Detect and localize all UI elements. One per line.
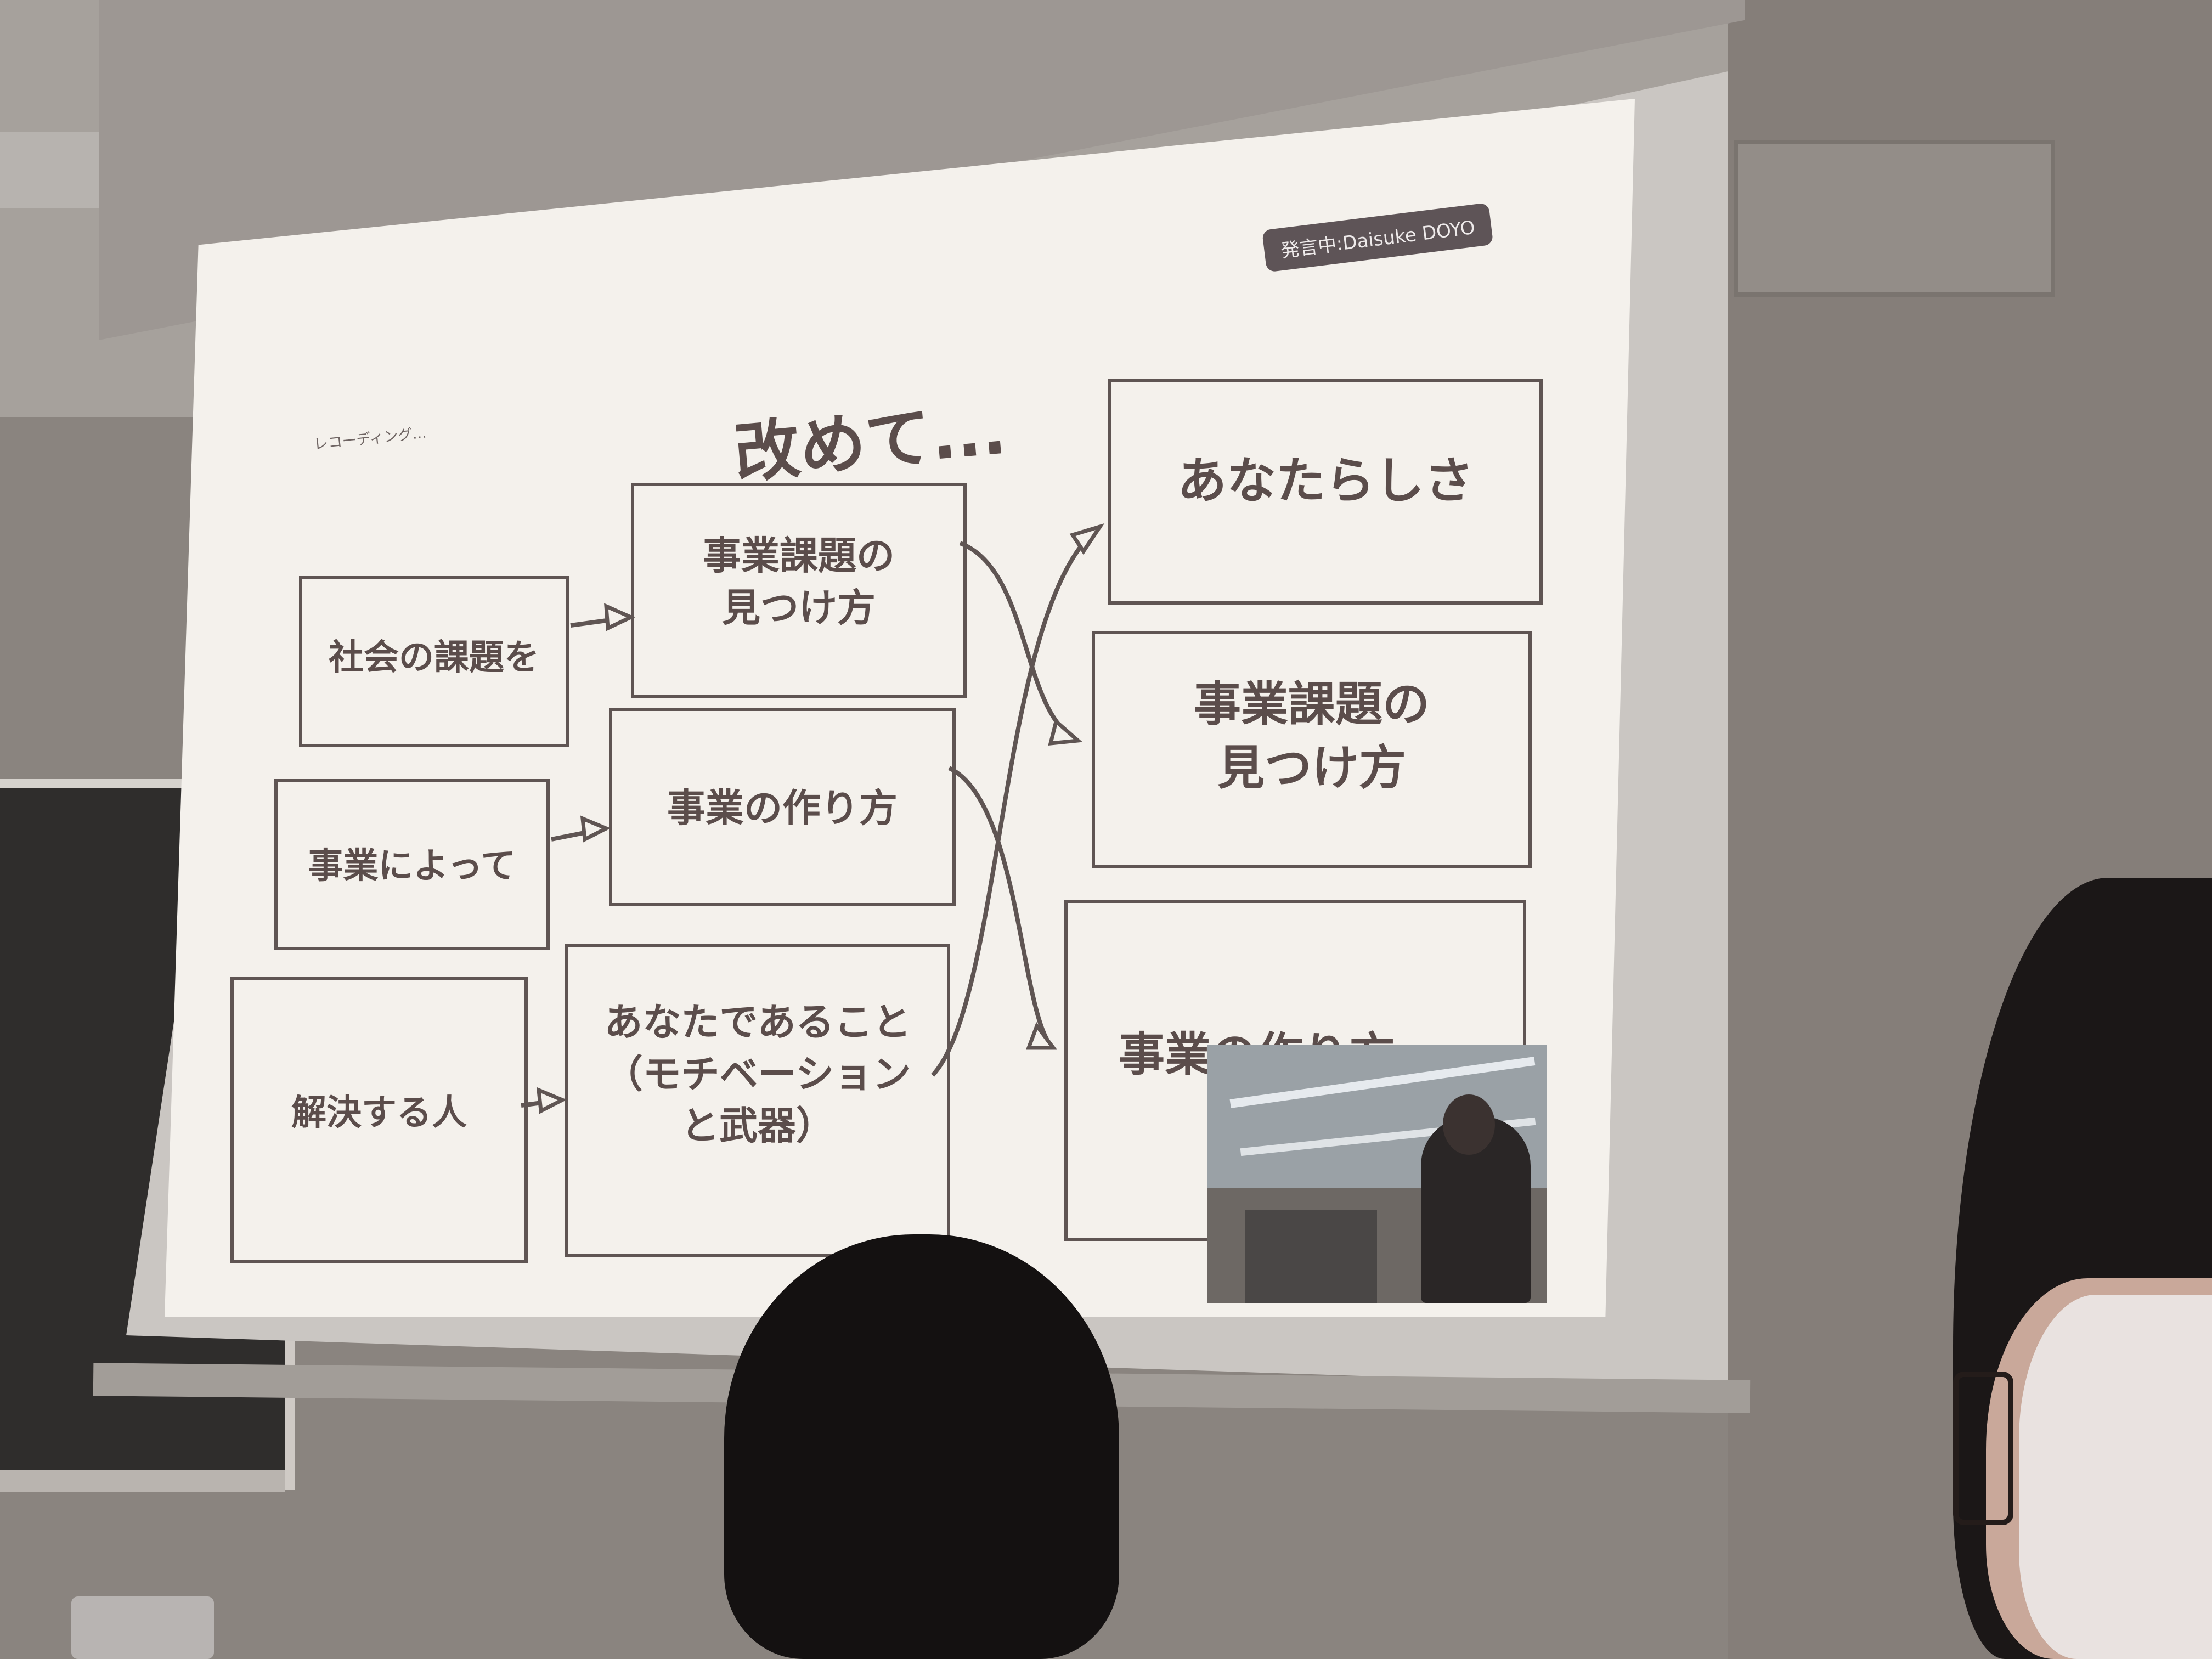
eyeglasses bbox=[1953, 1372, 2013, 1525]
arrowhead-1 bbox=[604, 603, 636, 631]
video-speaker-head bbox=[1443, 1094, 1495, 1155]
arrowhead-6 bbox=[1069, 523, 1105, 555]
audience-member-center bbox=[724, 1234, 1119, 1659]
arrow-middle3-to-right1 bbox=[931, 524, 1102, 1077]
arrowhead-5 bbox=[1025, 1022, 1057, 1050]
speaker-video-thumbnail bbox=[1207, 1045, 1547, 1303]
video-lectern bbox=[1245, 1210, 1377, 1303]
arrowhead-2 bbox=[580, 815, 611, 843]
desk-device bbox=[71, 1596, 214, 1659]
arrowhead-4 bbox=[1048, 718, 1083, 746]
face-mask bbox=[2019, 1295, 2212, 1659]
arrow-middle1-to-right2 bbox=[959, 541, 1079, 743]
arrowhead-3 bbox=[536, 1087, 567, 1114]
